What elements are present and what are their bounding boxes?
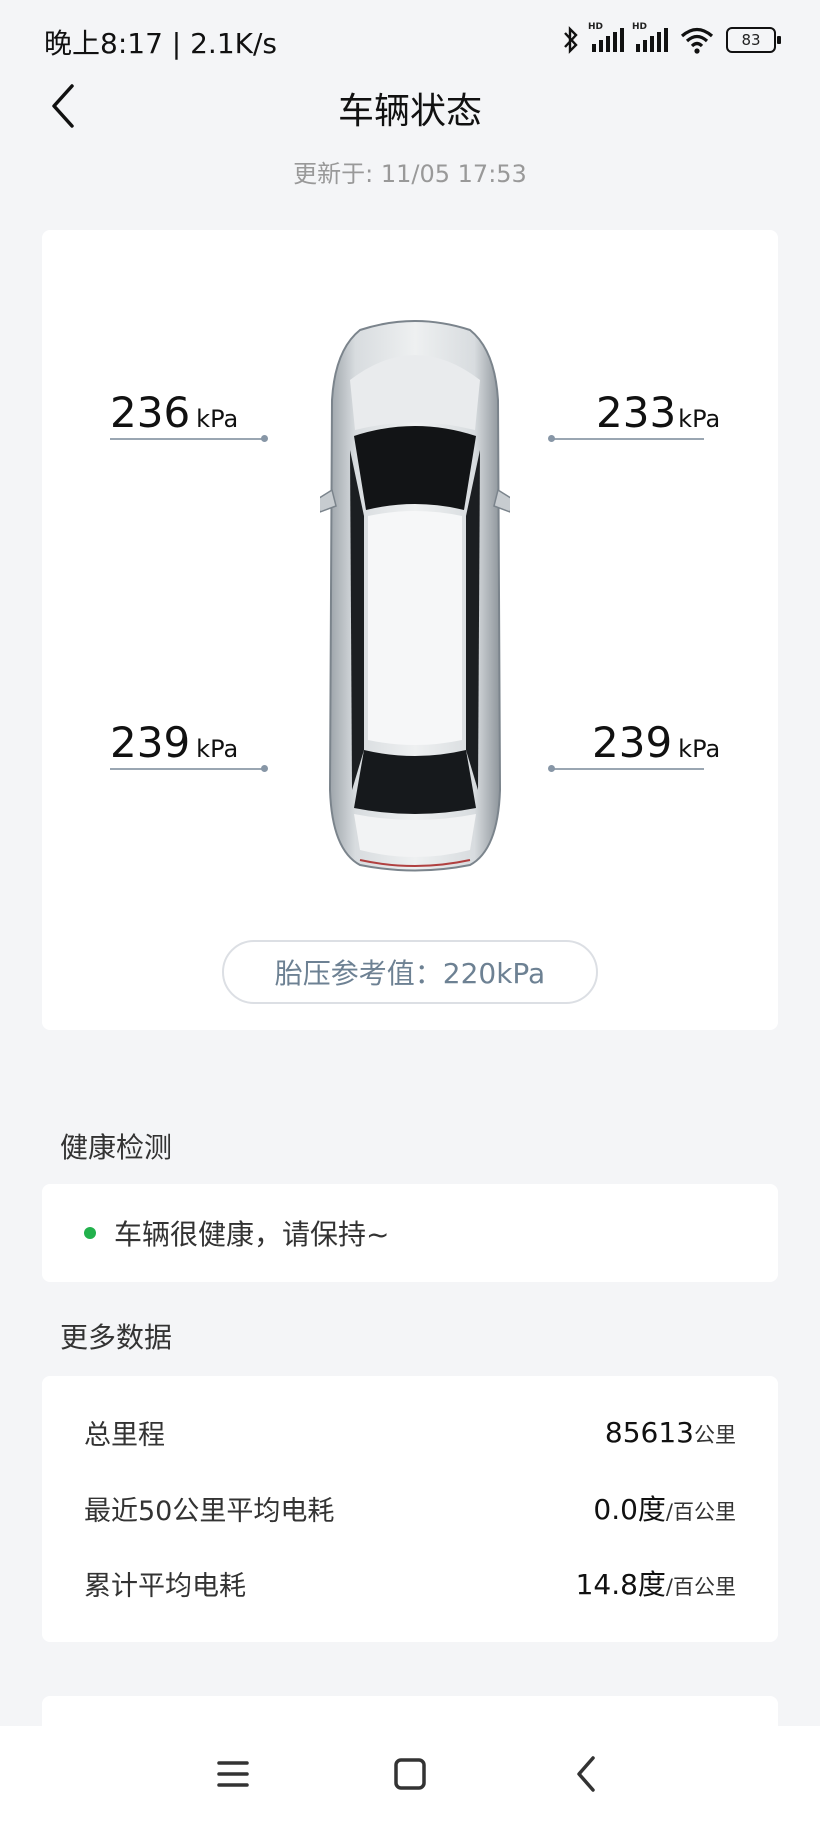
- more-data-card: 总里程 85613公里 最近50公里平均电耗 0.0度/百公里 累计平均电耗 1…: [42, 1376, 778, 1642]
- signal-icon-2: HD: [632, 22, 668, 52]
- home-icon: [394, 1758, 426, 1790]
- data-row-recent-consumption: 最近50公里平均电耗 0.0度/百公里: [84, 1488, 736, 1528]
- car-top-view-image: [320, 320, 510, 872]
- signal-icon: HD: [588, 22, 624, 52]
- tire-pressure-rear-right: 239 kPa: [592, 718, 720, 767]
- battery-icon: 83: [726, 27, 781, 53]
- tire-unit: kPa: [196, 405, 239, 433]
- tire-unit: kPa: [678, 405, 721, 433]
- tire-value: 239: [110, 718, 191, 767]
- system-navigation-bar: [0, 1726, 820, 1822]
- row-value-group: 14.8度/百公里: [576, 1563, 736, 1603]
- back-icon: [577, 1756, 595, 1792]
- tire-pressure-front-left: 236 kPa: [110, 388, 238, 437]
- bluetooth-icon: [564, 26, 578, 54]
- data-row-cumulative-consumption: 累计平均电耗 14.8度/百公里: [84, 1563, 736, 1603]
- nav-home-button[interactable]: [380, 1746, 440, 1802]
- tire-pressure-front-right: 233kPa: [596, 388, 720, 437]
- status-dot-icon: [84, 1227, 96, 1239]
- row-label: 总里程: [84, 1419, 165, 1451]
- wifi-icon: [680, 27, 714, 54]
- tire-value: 233: [596, 388, 677, 437]
- more-data-section-title: 更多数据: [60, 1321, 173, 1354]
- tire-indicator-line: [110, 768, 262, 770]
- updated-time: 更新于: 11/05 17:53: [293, 160, 527, 188]
- row-value-group: 85613公里: [605, 1416, 736, 1449]
- menu-icon: [217, 1761, 249, 1787]
- status-icons: HD HD 83: [562, 22, 781, 58]
- tire-indicator-dot: [261, 765, 268, 772]
- row-value: 14.8度: [575, 1568, 666, 1601]
- tire-unit: kPa: [196, 735, 239, 763]
- health-section-title: 健康检测: [60, 1131, 173, 1164]
- tire-value: 239: [592, 718, 673, 767]
- row-label: 最近50公里平均电耗: [84, 1495, 335, 1527]
- tire-indicator-line: [552, 768, 704, 770]
- health-card: 车辆很健康，请保持~: [42, 1184, 778, 1282]
- tire-unit: kPa: [678, 735, 721, 763]
- tire-value: 236: [110, 388, 191, 437]
- row-unit: /百公里: [665, 1575, 736, 1599]
- tire-indicator-dot: [548, 765, 555, 772]
- row-value: 85613: [604, 1415, 694, 1449]
- tire-indicator-line: [552, 438, 704, 440]
- row-unit: 公里: [694, 1422, 736, 1447]
- row-label: 累计平均电耗: [84, 1570, 246, 1602]
- nav-back-button[interactable]: [557, 1746, 617, 1802]
- tire-reference-pill: 胎压参考值：220kPa: [222, 940, 598, 1004]
- page-title: 车辆状态: [337, 91, 482, 132]
- tire-indicator-dot: [548, 435, 555, 442]
- tire-pressure-rear-left: 239 kPa: [110, 718, 238, 767]
- tire-indicator-dot: [261, 435, 268, 442]
- data-row-total-mileage: 总里程 85613公里: [84, 1412, 736, 1452]
- tire-indicator-line: [110, 438, 262, 440]
- row-unit: /百公里: [665, 1500, 736, 1524]
- nav-menu-button[interactable]: [203, 1746, 263, 1802]
- status-time: 晚上8:17 | 2.1K/s: [44, 27, 278, 60]
- row-value: 0.0度: [593, 1493, 666, 1526]
- health-status-text: 车辆很健康，请保持~: [114, 1218, 390, 1251]
- row-value-group: 0.0度/百公里: [593, 1488, 736, 1528]
